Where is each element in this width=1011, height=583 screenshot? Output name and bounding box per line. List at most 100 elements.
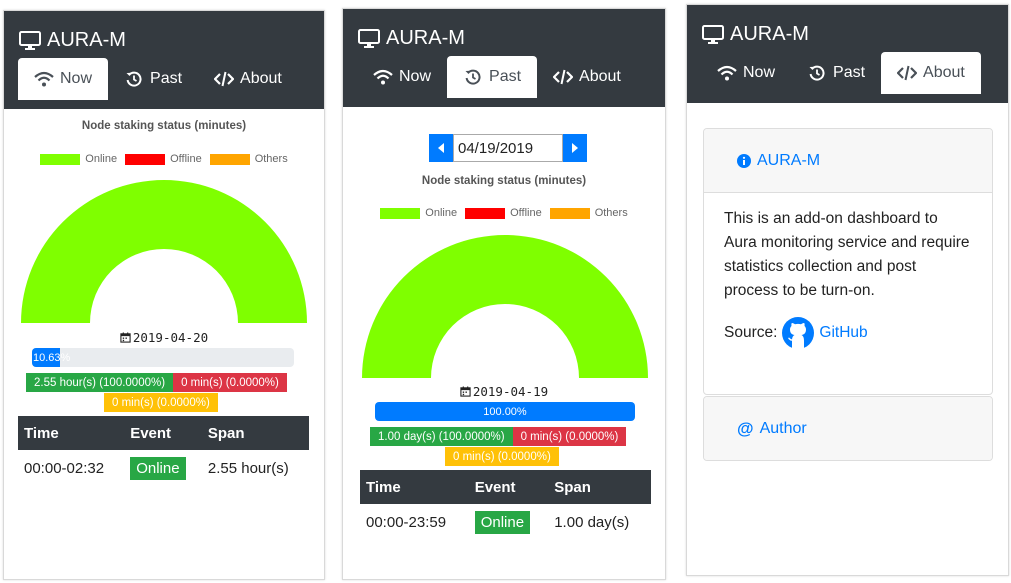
code-icon xyxy=(214,71,235,87)
tab-past-label: Past xyxy=(150,70,183,87)
tab-about[interactable]: About xyxy=(881,52,981,94)
tab-past[interactable]: Past xyxy=(108,58,198,100)
navbar: AURA-M Now Past About xyxy=(4,11,324,109)
now-panel: AURA-M Now Past About Node staking statu… xyxy=(3,10,325,580)
legend-offline[interactable]: Offline xyxy=(125,153,202,165)
legend-offline[interactable]: Offline xyxy=(465,207,542,219)
legend-others[interactable]: Others xyxy=(209,153,288,165)
caret-left-icon xyxy=(438,143,444,153)
gauge-slice-online[interactable] xyxy=(362,235,648,378)
tab-past-label: Past xyxy=(489,68,522,85)
info-card: AURA-M This is an add-on dashboard to Au… xyxy=(703,128,993,395)
tab-bar: Now Past About xyxy=(701,52,981,96)
col-event: Event xyxy=(124,416,202,450)
code-icon xyxy=(553,69,574,85)
event-badge: Online xyxy=(474,510,531,534)
table-row: 00:00-23:59 Online 1.00 day(s) xyxy=(360,504,651,540)
next-day-button[interactable] xyxy=(563,134,587,162)
cell-span: 2.55 hour(s) xyxy=(207,459,289,477)
prev-day-button[interactable] xyxy=(429,134,453,162)
gauge-slice-online[interactable] xyxy=(21,180,307,323)
others-stat-badge: 0 min(s) (0.0000%) xyxy=(104,393,218,412)
col-time: Time xyxy=(360,470,469,504)
at-icon: @ xyxy=(737,418,754,438)
author-card-header[interactable]: @ Author xyxy=(704,397,992,460)
col-event: Event xyxy=(468,470,549,504)
author-card: @ Author xyxy=(703,396,993,461)
event-badge: Online xyxy=(130,456,186,480)
caret-right-icon xyxy=(572,143,578,153)
tab-now-label: Now xyxy=(399,68,432,85)
brand[interactable]: AURA-M xyxy=(358,27,465,50)
tab-past-label: Past xyxy=(833,64,866,81)
source-label: Source: xyxy=(724,324,778,341)
brand-title: AURA-M xyxy=(386,27,465,49)
brand[interactable]: AURA-M xyxy=(19,29,126,52)
chart-title: Node staking status (minutes) xyxy=(421,175,587,187)
author-card-title: Author xyxy=(759,419,807,437)
tab-now-label: Now xyxy=(743,64,776,81)
day-progress: 10.63% xyxy=(32,348,294,367)
online-stat-badge: 2.55 hour(s) (100.0000%) xyxy=(26,373,174,392)
past-panel: AURA-M Now Past About Node staking statu xyxy=(342,8,666,580)
legend-online[interactable]: Online xyxy=(40,153,117,165)
tab-now[interactable]: Now xyxy=(357,56,447,98)
calendar-icon xyxy=(460,386,471,397)
day-progress-fill: 10.63% xyxy=(32,348,70,367)
online-stat-badge: 1.00 day(s) (100.0000%) xyxy=(370,427,513,446)
cell-time: 00:00-02:32 xyxy=(24,459,105,477)
desktop-icon xyxy=(358,28,380,48)
tab-now[interactable]: Now xyxy=(18,58,109,100)
history-icon xyxy=(465,69,481,85)
date-label: 2019-04-19 xyxy=(343,384,665,399)
tab-about-label: About xyxy=(923,64,965,81)
tab-about-label: About xyxy=(579,68,621,85)
staking-gauge xyxy=(21,180,307,323)
code-icon xyxy=(897,65,918,81)
brand[interactable]: AURA-M xyxy=(702,23,809,46)
tab-about[interactable]: About xyxy=(198,58,298,100)
wifi-icon xyxy=(373,69,393,85)
history-icon xyxy=(809,65,825,81)
source-line: Source: GitHub xyxy=(724,317,972,349)
tab-now-label: Now xyxy=(60,70,93,87)
tab-past[interactable]: Past xyxy=(791,52,881,94)
tab-now[interactable]: Now xyxy=(701,52,791,94)
chart-legend: Online Offline Others xyxy=(343,207,665,219)
date-label: 2019-04-20 xyxy=(4,330,324,345)
desktop-icon xyxy=(19,30,41,50)
events-table: Time Event Span 00:00-23:59 Online 1.00 … xyxy=(360,470,651,540)
calendar-icon xyxy=(120,332,131,343)
day-progress-fill: 100.00% xyxy=(375,402,635,421)
stats-row: 1.00 day(s) (100.0000%) 0 min(s) (0.0000… xyxy=(370,427,627,446)
history-icon xyxy=(126,71,142,87)
github-icon[interactable] xyxy=(782,317,815,349)
github-link[interactable]: GitHub xyxy=(819,321,867,345)
about-description: This is an add-on dashboard to Aura moni… xyxy=(724,210,970,299)
col-time: Time xyxy=(18,416,125,450)
wifi-icon xyxy=(717,65,737,81)
cell-time: 00:00-23:59 xyxy=(366,513,447,531)
offline-stat-badge: 0 min(s) (0.0000%) xyxy=(173,373,287,392)
date-picker xyxy=(429,134,587,162)
staking-gauge xyxy=(362,235,648,378)
chart-title: Node staking status (minutes) xyxy=(81,120,247,132)
legend-online[interactable]: Online xyxy=(380,207,457,219)
tab-about-label: About xyxy=(240,70,282,87)
stats-row: 2.55 hour(s) (100.0000%) 0 min(s) (0.000… xyxy=(26,373,287,392)
date-input[interactable] xyxy=(453,134,563,162)
cell-span: 1.00 day(s) xyxy=(554,513,630,531)
legend-others[interactable]: Others xyxy=(549,207,628,219)
events-table: Time Event Span 00:00-02:32 Online 2.55 … xyxy=(18,416,309,486)
tab-about[interactable]: About xyxy=(537,56,637,98)
chart-legend: Online Offline Others xyxy=(4,153,324,165)
day-progress: 100.00% xyxy=(375,402,635,421)
others-stat-badge: 0 min(s) (0.0000%) xyxy=(445,447,559,466)
tab-bar: Now Past About xyxy=(357,56,637,100)
tab-bar: Now Past About xyxy=(18,58,298,102)
stats-row-2: 0 min(s) (0.0000%) xyxy=(104,393,218,412)
table-row: 00:00-02:32 Online 2.55 hour(s) xyxy=(18,450,309,486)
info-card-header[interactable]: AURA-M xyxy=(704,129,992,193)
tab-past[interactable]: Past xyxy=(447,56,538,98)
info-circle-icon xyxy=(737,153,751,168)
